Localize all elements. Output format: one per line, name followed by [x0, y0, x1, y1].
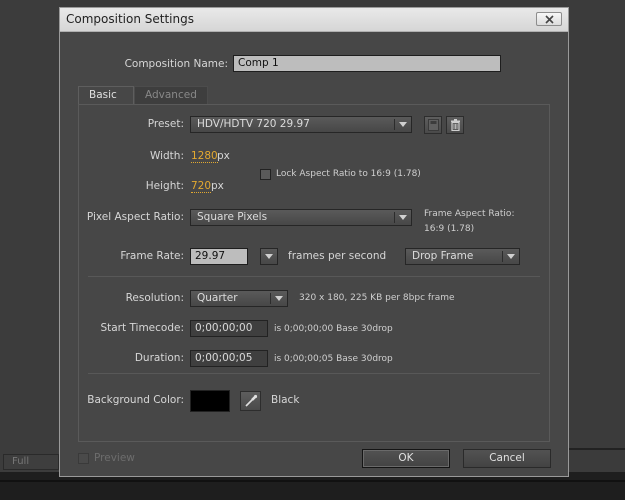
dialog-body: Composition Name: Comp 1 Basic Advanced … — [60, 32, 568, 476]
left-panel — [0, 0, 60, 472]
frame-rate-dropdown[interactable] — [260, 248, 278, 265]
cancel-button[interactable]: Cancel — [463, 449, 551, 468]
dropdown-separator — [270, 293, 271, 304]
resolution-dropdown[interactable]: Quarter — [190, 290, 288, 307]
dropdown-separator — [394, 212, 395, 223]
ok-button[interactable]: OK — [362, 449, 450, 468]
resolution-info: 320 x 180, 225 KB per 8bpc frame — [299, 293, 455, 303]
chevron-down-icon — [275, 296, 283, 301]
drop-frame-value: Drop Frame — [412, 250, 474, 262]
width-unit: px — [217, 150, 230, 162]
start-timecode-info: is 0;00;00;00 Base 30drop — [274, 324, 393, 334]
duration-label: Duration: — [134, 352, 184, 364]
composition-settings-dialog: Composition Settings Composition Name: C… — [59, 7, 569, 477]
section-divider — [88, 276, 540, 277]
chevron-down-icon — [265, 254, 273, 259]
tab-basic[interactable]: Basic — [78, 86, 134, 104]
pixel-aspect-value: Square Pixels — [197, 211, 268, 223]
height-label: Height: — [145, 180, 184, 192]
background-color-swatch[interactable] — [190, 390, 230, 412]
dropdown-separator — [394, 119, 395, 130]
trash-icon — [451, 119, 460, 131]
dialog-title: Composition Settings — [66, 12, 194, 26]
preset-dropdown[interactable]: HDV/HDTV 720 29.97 — [190, 116, 412, 133]
right-panel — [567, 0, 625, 472]
resolution-value: Quarter — [197, 292, 238, 304]
frame-rate-label: Frame Rate: — [120, 250, 184, 262]
close-button[interactable] — [536, 12, 562, 26]
width-value[interactable]: 1280 — [191, 150, 218, 163]
width-label: Width: — [149, 150, 184, 162]
save-icon — [428, 119, 439, 131]
frame-rate-unit: frames per second — [288, 250, 387, 262]
lock-aspect-label: Lock Aspect Ratio to 16:9 (1.78) — [276, 169, 421, 179]
dropdown-separator — [502, 251, 503, 262]
background-color-label: Background Color: — [87, 394, 184, 406]
preset-label: Preset: — [147, 118, 184, 130]
preview-checkbox[interactable] — [78, 453, 89, 464]
height-unit: px — [211, 180, 224, 192]
start-timecode-input[interactable]: 0;00;00;00 — [190, 320, 268, 337]
preset-value: HDV/HDTV 720 29.97 — [197, 118, 310, 130]
lock-aspect-checkbox[interactable] — [260, 169, 271, 180]
height-value[interactable]: 720 — [191, 180, 212, 193]
tab-advanced[interactable]: Advanced — [134, 86, 208, 104]
duration-input[interactable]: 0;00;00;05 — [190, 350, 268, 367]
start-timecode-label: Start Timecode: — [100, 322, 184, 334]
frame-aspect-label: Frame Aspect Ratio: — [424, 209, 515, 219]
pixel-aspect-dropdown[interactable]: Square Pixels — [190, 209, 412, 226]
eyedropper-icon — [245, 394, 258, 407]
chevron-down-icon — [399, 122, 407, 127]
resolution-menu-full[interactable]: Full — [3, 454, 59, 470]
composition-name-input[interactable]: Comp 1 — [233, 55, 501, 72]
dialog-titlebar[interactable]: Composition Settings — [60, 8, 568, 32]
frame-rate-input[interactable]: 29.97 — [190, 248, 248, 265]
drop-frame-dropdown[interactable]: Drop Frame — [405, 248, 520, 265]
resolution-label: Resolution: — [125, 292, 184, 304]
delete-preset-button[interactable] — [446, 116, 464, 134]
close-icon — [545, 15, 554, 24]
chevron-down-icon — [399, 215, 407, 220]
composition-name-label: Composition Name: — [124, 58, 228, 70]
eyedropper-button[interactable] — [240, 391, 261, 411]
duration-info: is 0;00;00;05 Base 30drop — [274, 354, 393, 364]
preview-label: Preview — [94, 452, 135, 464]
chevron-down-icon — [507, 254, 515, 259]
right-panel-divider — [567, 448, 625, 450]
pixel-aspect-label: Pixel Aspect Ratio: — [86, 211, 184, 223]
frame-aspect-value: 16:9 (1.78) — [424, 224, 475, 234]
timeline-divider — [0, 480, 625, 482]
background-color-name: Black — [271, 394, 300, 406]
save-preset-button[interactable] — [424, 116, 442, 134]
section-divider — [88, 373, 540, 374]
